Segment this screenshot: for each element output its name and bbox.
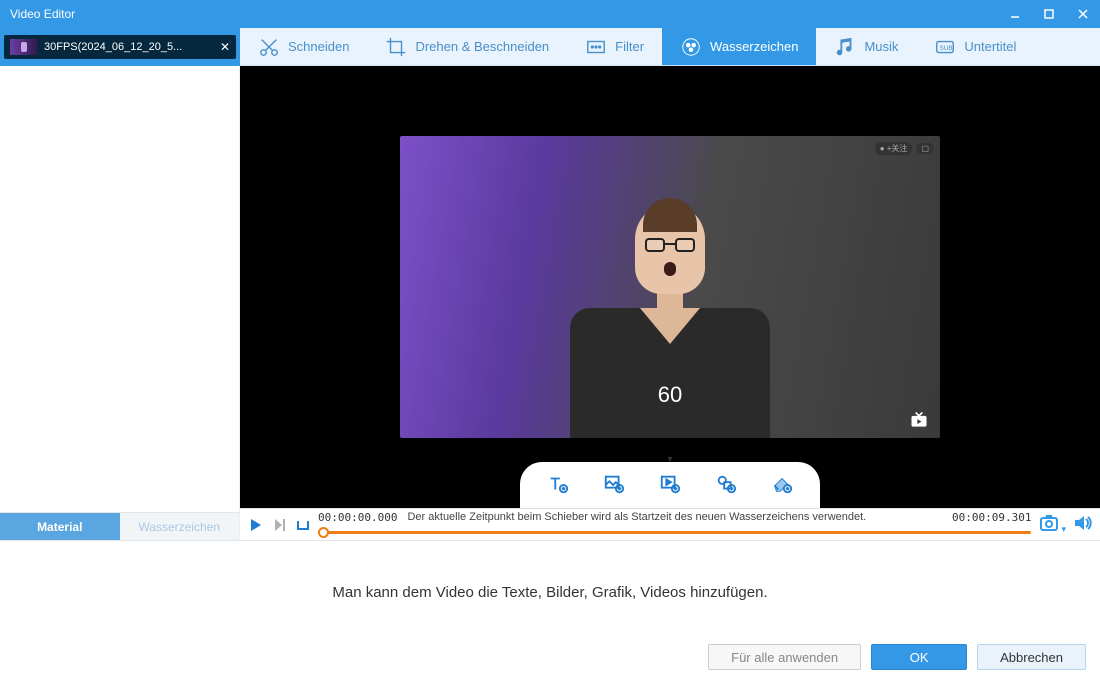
watermark-icon	[680, 36, 702, 58]
time-start: 00:00:00.000	[318, 511, 397, 524]
overlay-number: 60	[658, 382, 682, 408]
toolbar: Schneiden Drehen & Beschneiden Filter Wa…	[240, 28, 1100, 66]
close-button[interactable]	[1066, 0, 1100, 28]
chevron-down-icon[interactable]: ▾	[667, 454, 672, 465]
video-frame: ● +关注▢ 60	[400, 136, 940, 438]
sidebar-tab-watermark[interactable]: Wasserzeichen	[120, 513, 240, 540]
tab-label: Schneiden	[288, 39, 349, 54]
volume-button[interactable]	[1074, 515, 1092, 534]
sidetab-label: Wasserzeichen	[138, 520, 220, 534]
file-tabstrip: 30FPS(2024_06_12_20_5... ✕	[0, 28, 240, 66]
ok-button[interactable]: OK	[871, 644, 967, 670]
tab-music[interactable]: Musik	[816, 28, 916, 65]
svg-text:SUB: SUB	[940, 44, 953, 51]
title-bar: Video Editor	[0, 0, 1100, 28]
time-end: 00:00:09.301	[952, 511, 1031, 524]
maximize-button[interactable]	[1032, 0, 1066, 28]
file-thumbnail	[10, 39, 38, 55]
scissors-icon	[258, 36, 280, 58]
tab-subtitle[interactable]: SUB Untertitel	[916, 28, 1034, 65]
timeline-hint: Der aktuelle Zeitpunkt beim Schieber wir…	[407, 511, 866, 523]
sidebar-content	[0, 66, 239, 512]
bottom-panel: Man kann dem Video die Texte, Bilder, Gr…	[0, 540, 1100, 680]
sidebar: Material Wasserzeichen	[0, 66, 240, 540]
video-preview[interactable]: ● +关注▢ 60 ▾	[240, 66, 1100, 508]
tab-label: Wasserzeichen	[710, 39, 798, 54]
sidetab-label: Material	[37, 520, 82, 534]
timeline-track[interactable]	[318, 525, 1031, 539]
filter-icon	[585, 36, 607, 58]
tab-cut[interactable]: Schneiden	[240, 28, 367, 65]
cancel-button[interactable]: Abbrechen	[977, 644, 1086, 670]
app-title: Video Editor	[10, 7, 75, 21]
add-video-button[interactable]	[656, 472, 684, 496]
snapshot-button[interactable]: ▾	[1039, 514, 1066, 535]
tab-label: Drehen & Beschneiden	[415, 39, 549, 54]
tab-filter[interactable]: Filter	[567, 28, 662, 65]
add-shape-button[interactable]	[712, 472, 740, 496]
tab-label: Untertitel	[964, 39, 1016, 54]
stage: ● +关注▢ 60 ▾	[240, 66, 1100, 540]
add-eraser-button[interactable]	[768, 472, 796, 496]
bracket-button[interactable]	[296, 518, 310, 532]
window-controls	[998, 0, 1100, 28]
button-row: Für alle anwenden OK Abbrechen	[14, 644, 1086, 670]
tv-icon	[906, 410, 932, 430]
tab-label: Filter	[615, 39, 644, 54]
music-icon	[834, 36, 856, 58]
timeline: 00:00:00.000 Der aktuelle Zeitpunkt beim…	[240, 508, 1100, 540]
subtitle-icon: SUB	[934, 36, 956, 58]
close-icon[interactable]: ✕	[220, 40, 230, 54]
minimize-button[interactable]	[998, 0, 1032, 28]
tab-watermark[interactable]: Wasserzeichen	[662, 28, 816, 65]
play-button[interactable]	[248, 517, 264, 533]
apply-all-button[interactable]: Für alle anwenden	[708, 644, 861, 670]
crop-icon	[385, 36, 407, 58]
file-tab[interactable]: 30FPS(2024_06_12_20_5... ✕	[4, 35, 236, 59]
button-label: Abbrechen	[1000, 650, 1063, 665]
tab-label: Musik	[864, 39, 898, 54]
button-label: Für alle anwenden	[731, 650, 838, 665]
tab-rotate-crop[interactable]: Drehen & Beschneiden	[367, 28, 567, 65]
add-text-button[interactable]	[544, 472, 572, 496]
step-button[interactable]	[272, 517, 288, 533]
watermark-dock: ▾	[520, 462, 820, 508]
file-tab-label: 30FPS(2024_06_12_20_5...	[44, 41, 214, 53]
source-badge: ● +关注▢	[875, 142, 934, 155]
help-text: Man kann dem Video die Texte, Bilder, Gr…	[14, 541, 1086, 644]
sidebar-tab-material[interactable]: Material	[0, 513, 120, 540]
sidebar-tabs: Material Wasserzeichen	[0, 512, 239, 540]
add-image-button[interactable]	[600, 472, 628, 496]
button-label: OK	[910, 650, 929, 665]
